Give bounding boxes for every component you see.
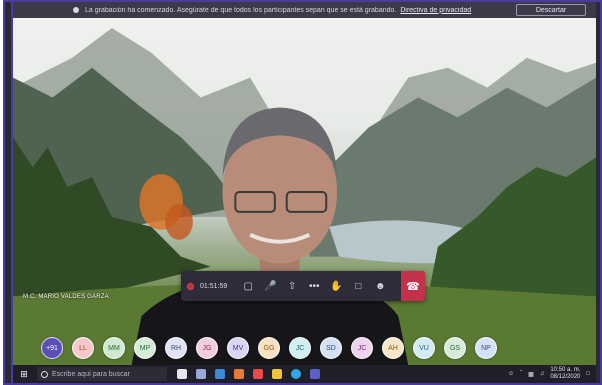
system-tray: ☺ ˆ ▩ ♫ 10:50 a. m. 08/12/2020 □ [508, 367, 596, 381]
video-stage: M.C. MARIO VALDES GARZA 01:51:59 ▢ 🎤 ⇧ •… [13, 18, 596, 365]
taskbar-pinned-apps [177, 369, 320, 379]
meeting-window: La grabación ha comenzado. Asegúrate de … [11, 2, 596, 383]
share-icon[interactable]: ⇧ [281, 275, 303, 297]
recording-banner-text: La grabación ha comenzado. Asegúrate de … [85, 6, 472, 14]
network-icon[interactable]: ▩ [528, 371, 534, 378]
task-view-icon[interactable] [196, 369, 206, 379]
hangup-icon[interactable]: ☎ [401, 271, 425, 301]
mic-icon[interactable]: 🎤 [259, 275, 281, 297]
participant-avatar[interactable]: SD [320, 337, 342, 359]
mic-icon[interactable] [177, 369, 187, 379]
teams-icon[interactable] [310, 369, 320, 379]
participant-avatar[interactable]: RH [165, 337, 187, 359]
windows-start-icon[interactable]: ⊞ [19, 369, 29, 379]
participant-avatar[interactable]: MV [227, 337, 249, 359]
dismiss-button[interactable]: Descartar [516, 4, 586, 16]
search-icon [41, 370, 48, 378]
chevron-up-icon[interactable]: ˆ [520, 371, 522, 377]
folder-icon[interactable] [272, 369, 282, 379]
participant-avatar[interactable]: GS [444, 337, 466, 359]
clock-time: 10:50 a. m. [550, 367, 581, 373]
participant-avatar[interactable]: JC [289, 337, 311, 359]
privacy-policy-link[interactable]: Directiva de privacidad [400, 7, 471, 14]
edge-icon[interactable] [291, 369, 301, 379]
app-icon[interactable] [253, 369, 263, 379]
more-icon[interactable]: ••• [303, 275, 325, 297]
info-icon [73, 7, 79, 13]
participant-avatar[interactable]: JC [351, 337, 373, 359]
recording-indicator-icon [187, 282, 194, 290]
taskbar-search-input[interactable]: Escribe aquí para buscar [37, 367, 167, 381]
camera-off-icon[interactable]: ▢ [237, 275, 259, 297]
participants-icon[interactable]: ☻ [369, 275, 391, 297]
participant-avatar[interactable]: GG [258, 337, 280, 359]
participant-avatar[interactable]: AH [382, 337, 404, 359]
participant-avatar[interactable]: NP [475, 337, 497, 359]
taskbar: ⊞ Escribe aquí para buscar ☺ ˆ ▩ ♫ 10:50… [13, 365, 596, 383]
call-timer: 01:51:59 [200, 282, 228, 290]
participant-avatar[interactable]: MM [103, 337, 125, 359]
notification-icon[interactable]: □ [586, 371, 590, 377]
participant-avatar[interactable]: MP [134, 337, 156, 359]
window-frame: La grabación ha comenzado. Asegúrate de … [3, 0, 602, 385]
clock-date: 08/12/2020 [550, 374, 581, 380]
call-controls-bar: 01:51:59 ▢ 🎤 ⇧ ••• ✋ □ ☻ ☎ [181, 271, 425, 301]
chat-icon[interactable]: □ [347, 275, 369, 297]
volume-icon[interactable]: ♫ [540, 371, 545, 377]
recording-banner: La grabación ha comenzado. Asegúrate de … [13, 2, 596, 18]
firefox-icon[interactable] [234, 369, 244, 379]
mail-icon[interactable] [215, 369, 225, 379]
background-scene [13, 27, 596, 365]
participant-avatar[interactable]: VU [413, 337, 435, 359]
participant-avatar[interactable]: LL [72, 337, 94, 359]
clock[interactable]: 10:50 a. m. 08/12/2020 [550, 367, 580, 381]
participant-avatar[interactable]: +91 [41, 337, 63, 359]
participant-avatar-strip: +91 LL MM MP RH JG MV GG JC SD JC AH VU GS NP [41, 333, 596, 363]
participant-avatar[interactable]: JG [196, 337, 218, 359]
raise-hand-icon[interactable]: ✋ [325, 275, 347, 297]
search-placeholder: Escribe aquí para buscar [52, 370, 130, 378]
people-icon[interactable]: ☺ [508, 371, 514, 377]
speaker-name-label: M.C. MARIO VALDES GARZA [23, 294, 109, 300]
